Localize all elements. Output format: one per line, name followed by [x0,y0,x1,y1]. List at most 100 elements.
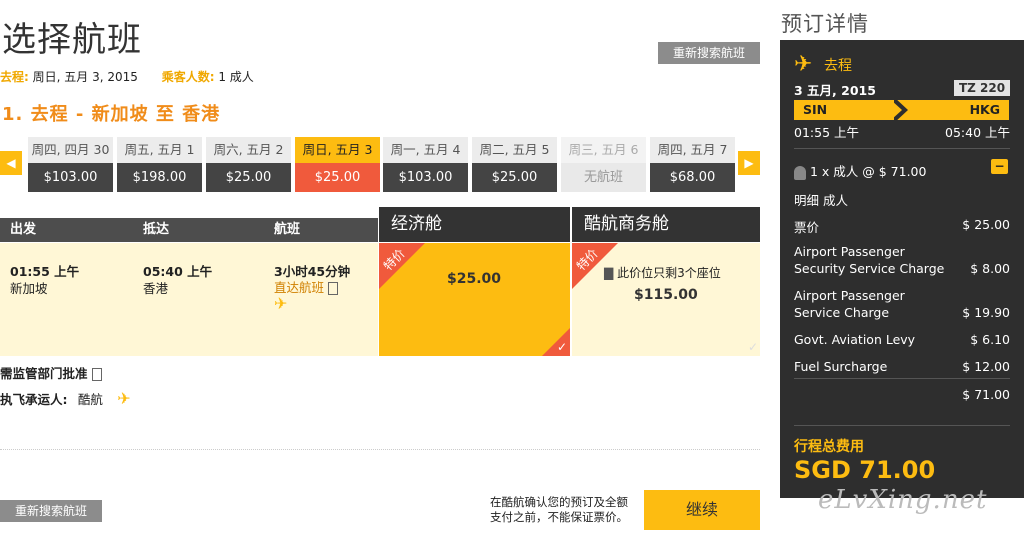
divider [0,449,760,450]
page-title: 选择航班 [2,20,142,60]
airplane-icon: ✈ [274,294,288,313]
route-arrow-inner [891,100,902,120]
date-option[interactable]: 周四, 四月 30 $103.00 [28,137,113,192]
date-label: 周一, 五月 4 [383,137,468,163]
watermark: eLvXing.net [818,485,988,515]
divider [794,148,1010,149]
date-label: 周三, 五月 6 [561,137,646,163]
collapse-button[interactable]: − [991,159,1008,174]
sidebar-leg-label: 去程 [824,58,852,74]
sidebar-dep-time: 01:55 上午 [794,125,859,140]
date-price: $103.00 [383,163,468,192]
date-option[interactable]: 周一, 五月 4 $103.00 [383,137,468,192]
booking-details-panel: ✈ 去程 3 五月, 2015 TZ 220 SIN HKG 01:55 上午 … [780,40,1024,498]
fee-label: Fuel Surcharge [794,359,888,374]
cabin-header-economy: 经济舱 [379,207,570,242]
approval-text: 需监管部门批准 [0,366,88,381]
fee-label: Govt. Aviation Levy [794,332,916,347]
sidebar-arr-time: 05:40 上午 [945,125,1010,140]
date-option[interactable]: 周五, 五月 1 $198.00 [117,137,202,192]
research-button-bottom[interactable]: 重新搜索航班 [0,500,102,522]
trip-summary: 去程: 周日, 五月 3, 2015 乘客人数: 1 成人 [0,68,274,85]
route-bar: SIN HKG [794,97,1009,123]
sidebar-title: 预订详情 [781,12,869,36]
summary-leg-key: 去程: [0,70,29,84]
date-price: $103.00 [28,163,113,192]
next-dates-arrow-icon[interactable]: ▶ [738,151,760,175]
business-price: $115.00 [634,287,698,303]
detail-label: 明细 成人 [794,193,848,208]
business-fare-cell[interactable]: 特价 ▇ 此价位只剩3个座位 $115.00 ✓ [572,243,760,356]
airplane-icon: ✈ [117,389,131,408]
date-label: 周六, 五月 2 [206,137,291,163]
checkmark-icon: ✓ [747,340,758,354]
direct-flight-link[interactable]: 直达航班 [274,280,324,295]
from-code: SIN [803,102,828,117]
date-label: 周四, 四月 30 [28,137,113,163]
carrier-note: 执飞承运人: 酷航 ✈ [0,389,131,408]
checkmark-icon: ✓ [556,340,567,354]
seat-icon: ▇ [604,266,614,280]
seats-left-note: ▇ 此价位只剩3个座位 [604,264,721,281]
fee-value: $ 6.10 [970,332,1010,347]
fee-label-line2: Service Charge [794,305,890,320]
document-icon [91,368,102,381]
total-label: 行程总费用 [794,439,864,455]
date-price: $25.00 [472,163,557,192]
date-price: $198.00 [117,163,202,192]
research-button-top[interactable]: 重新搜索航班 [658,42,760,64]
fee-label: Airport Passenger [794,244,905,259]
summary-pax-value: 1 成人 [218,70,254,84]
summary-leg-value: 周日, 五月 3, 2015 [32,70,138,84]
note-line-2: 支付之前，不能保证票价。 [490,510,628,524]
date-option-disabled: 周三, 五月 6 无航班 [561,137,646,192]
fee-label-line2: Security Service Charge [794,261,945,276]
economy-price: $25.00 [447,271,502,287]
date-option[interactable]: 周四, 五月 7 $68.00 [650,137,735,192]
fee-value: $ 8.00 [970,261,1010,276]
sidebar-date: 3 五月, 2015 [794,83,876,98]
subtotal-value: $ 71.00 [962,387,1010,402]
date-price: 无航班 [561,163,646,192]
total-value: SGD 71.00 [794,456,936,484]
date-price: $25.00 [295,163,380,192]
date-price: $68.00 [650,163,735,192]
depart-city: 新加坡 [10,281,48,296]
date-label: 周二, 五月 5 [472,137,557,163]
flight-row [0,243,378,356]
prev-dates-arrow-icon[interactable]: ◀ [0,151,22,175]
seats-left-text: 此价位只剩3个座位 [617,266,721,280]
header-arrive: 抵达 [143,222,170,237]
price-guarantee-note: 在酷航确认您的预订及全额 支付之前，不能保证票价。 [490,495,628,525]
date-label: 周日, 五月 3 [295,137,380,163]
carrier-value: 酷航 [77,392,103,407]
pax-line: 1 x 成人 @ $ 71.00 [794,161,926,180]
fee-value: $ 19.90 [962,305,1010,320]
flight-number-badge: TZ 220 [954,80,1010,96]
date-label: 周五, 五月 1 [117,137,202,163]
continue-button[interactable]: 继续 [644,490,760,530]
to-code: HKG [969,102,1000,117]
airplane-icon: ✈ [794,52,813,77]
economy-fare-cell[interactable]: 特价 $25.00 ✓ [379,243,570,356]
date-price: $25.00 [206,163,291,192]
fee-label: 票价 [794,220,820,235]
document-icon [328,282,339,295]
carrier-key: 执飞承运人: [0,392,68,407]
person-icon [794,165,806,180]
summary-pax-key: 乘客人数: [161,70,215,84]
date-option[interactable]: 周二, 五月 5 $25.00 [472,137,557,192]
date-option-selected[interactable]: 周日, 五月 3 $25.00 [295,137,380,192]
fee-value: $ 25.00 [962,217,1010,232]
pax-line-text: 1 x 成人 @ $ 71.00 [810,164,927,179]
fee-value: $ 12.00 [962,359,1010,374]
cabin-header-business: 酷航商务舱 [572,207,760,242]
approval-note: 需监管部门批准 [0,363,102,382]
date-option[interactable]: 周六, 五月 2 $25.00 [206,137,291,192]
leg-title: 1. 去程 - 新加坡 至 香港 [2,104,221,125]
fee-label: Airport Passenger [794,288,905,303]
date-label: 周四, 五月 7 [650,137,735,163]
divider [794,425,1010,426]
flight-table-header: 出发 抵达 航班 [0,218,378,242]
note-line-1: 在酷航确认您的预订及全额 [490,495,628,509]
